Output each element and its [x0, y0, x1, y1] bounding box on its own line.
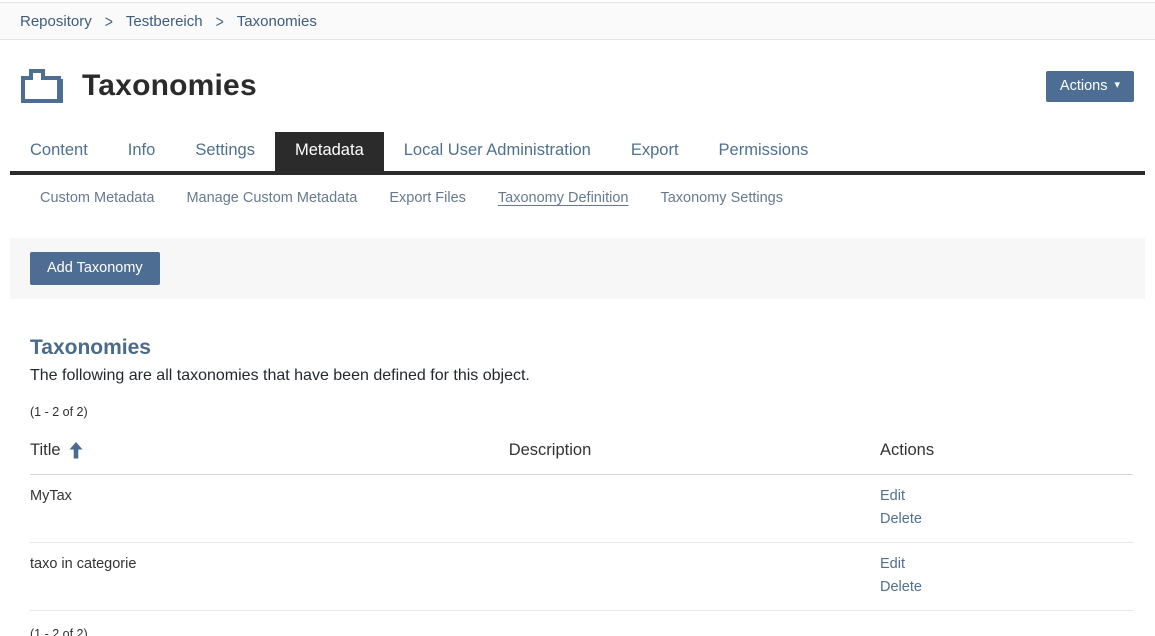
folder-icon: [20, 66, 66, 106]
column-header-description: Description: [430, 431, 670, 474]
pagination-top: (1 - 2 of 2): [30, 405, 1133, 419]
tab-local-user-administration[interactable]: Local User Administration: [384, 132, 611, 171]
edit-link[interactable]: Edit: [880, 485, 905, 507]
edit-link[interactable]: Edit: [880, 553, 905, 575]
breadcrumb-separator-icon: >: [105, 11, 113, 31]
actions-button[interactable]: Actions ▾: [1046, 71, 1134, 102]
tab-export[interactable]: Export: [611, 132, 699, 171]
delete-link[interactable]: Delete: [880, 576, 922, 598]
tab-bar: Content Info Settings Metadata Local Use…: [10, 132, 1145, 175]
subtab-custom-metadata[interactable]: Custom Metadata: [24, 190, 170, 206]
breadcrumb: Repository > Testbereich > Taxonomies: [0, 2, 1155, 40]
breadcrumb-separator-icon: >: [216, 11, 224, 31]
breadcrumb-item-taxonomies[interactable]: Taxonomies: [237, 13, 317, 30]
page-title: Taxonomies: [82, 69, 257, 103]
subtab-taxonomy-settings[interactable]: Taxonomy Settings: [644, 190, 799, 206]
page-header: Taxonomies Actions ▾: [0, 40, 1155, 126]
row-actions: Edit Delete: [880, 485, 1133, 530]
tab-permissions[interactable]: Permissions: [699, 132, 829, 171]
breadcrumb-item-testbereich[interactable]: Testbereich: [126, 13, 203, 30]
caret-down-icon: ▾: [1114, 80, 1120, 91]
column-header-title[interactable]: Title: [30, 431, 430, 474]
table-row: taxo in categorie Edit Delete: [30, 543, 1133, 611]
section-description: The following are all taxonomies that ha…: [30, 367, 1133, 385]
subtab-taxonomy-definition[interactable]: Taxonomy Definition: [482, 190, 645, 206]
tab-info[interactable]: Info: [108, 132, 176, 171]
breadcrumb-item-repository[interactable]: Repository: [20, 13, 92, 30]
subtab-manage-custom-metadata[interactable]: Manage Custom Metadata: [170, 190, 373, 206]
section-heading: Taxonomies: [30, 336, 1133, 360]
taxonomy-title: MyTax: [30, 485, 430, 504]
pagination-bottom: (1 - 2 of 2): [30, 627, 1133, 636]
table-row: MyTax Edit Delete: [30, 475, 1133, 543]
column-header-title-label: Title: [30, 441, 61, 460]
tab-content[interactable]: Content: [10, 132, 108, 171]
subtab-export-files[interactable]: Export Files: [373, 190, 482, 206]
column-header-actions: Actions: [880, 431, 1133, 474]
table-header-spacer: [670, 431, 880, 455]
delete-link[interactable]: Delete: [880, 508, 922, 530]
sort-ascending-icon: [69, 442, 83, 459]
add-taxonomy-button[interactable]: Add Taxonomy: [30, 252, 160, 285]
tab-metadata[interactable]: Metadata: [275, 132, 384, 171]
toolbar: Add Taxonomy: [10, 238, 1145, 299]
row-actions: Edit Delete: [880, 553, 1133, 598]
tab-settings[interactable]: Settings: [175, 132, 275, 171]
taxonomies-table: Title Description Actions MyTax Edit Del…: [30, 431, 1133, 611]
actions-button-label: Actions: [1060, 78, 1108, 94]
subtab-bar: Custom Metadata Manage Custom Metadata E…: [10, 175, 1145, 223]
main-content: Taxonomies The following are all taxonom…: [0, 336, 1155, 636]
table-header-row: Title Description Actions: [30, 431, 1133, 475]
taxonomy-title: taxo in categorie: [30, 553, 430, 572]
